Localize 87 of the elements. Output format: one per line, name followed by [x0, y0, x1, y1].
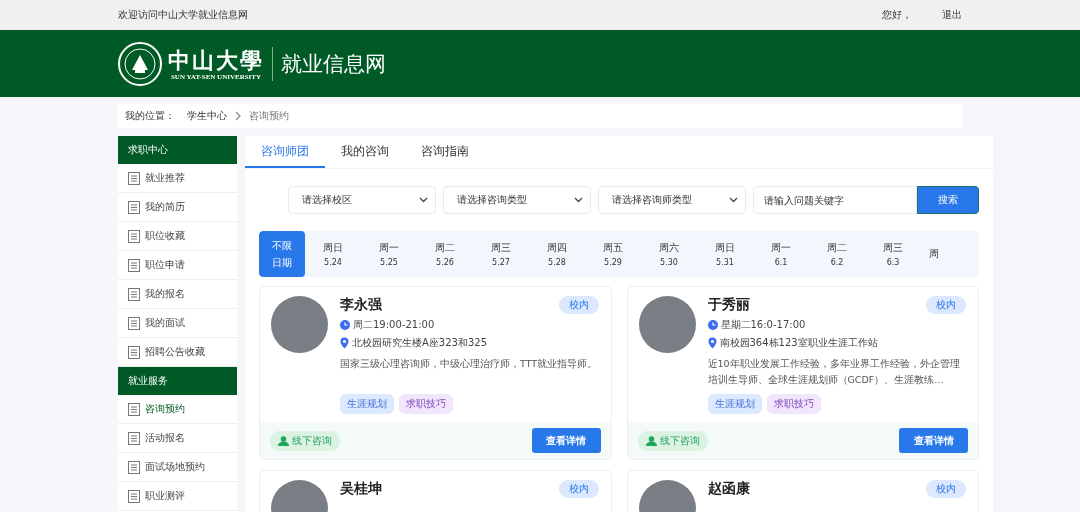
campus-badge: 校内 [558, 296, 599, 314]
date-tab[interactable]: 周日 5.24 [305, 231, 361, 277]
dropdown-field[interactable]: 请选择咨询类型 [443, 186, 591, 214]
sidebar-item[interactable]: 我的面试 [118, 309, 237, 338]
date-tab[interactable]: 周一 5.25 [361, 231, 417, 277]
clock-icon [340, 320, 350, 330]
document-icon [128, 460, 140, 474]
date-tab[interactable]: 周三 5.27 [473, 231, 529, 277]
date-tab[interactable]: 不限 日期 [259, 231, 305, 277]
chevron-down-icon [419, 197, 428, 203]
topic-tag: 求职技巧 [766, 394, 821, 414]
greeting-text: 您好， [882, 8, 912, 22]
schedule-text: 星期二16:0-17:00 [720, 318, 806, 332]
sidebar-item[interactable]: 面试场地预约 [118, 453, 237, 482]
location-text: 北校园研究生楼A座323和325 [352, 336, 487, 350]
location-text: 南校园364栋123室职业生涯工作站 [719, 336, 878, 350]
document-icon [128, 431, 140, 445]
campus-badge: 校内 [926, 296, 966, 314]
sidebar-section-title: 求职中心 [118, 136, 237, 164]
sidebar-item[interactable]: 我的简历 [118, 193, 237, 222]
search-field[interactable]: 请输入问题关键字 [753, 186, 917, 214]
person-icon [278, 435, 289, 446]
date-tab[interactable]: 周二 5.26 [417, 231, 473, 277]
breadcrumb-item[interactable]: 学生中心 [187, 109, 227, 123]
date-tab[interactable]: 周二 6.2 [809, 231, 865, 277]
topic-tag: 生涯规划 [707, 394, 762, 414]
search-button[interactable]: 搜索 [917, 186, 979, 214]
view-details-button[interactable]: 查看详情 [531, 428, 601, 453]
tab[interactable]: 我的咨询 [325, 136, 405, 168]
date-tab[interactable]: 周五 5.29 [585, 231, 641, 277]
document-icon [128, 200, 140, 214]
document-icon [128, 229, 140, 243]
location-pin-icon [340, 337, 349, 349]
topic-tag: 求职技巧 [399, 394, 453, 414]
breadcrumb-item: 咨询预约 [249, 109, 289, 123]
chevron-down-icon [574, 197, 583, 203]
clock-icon [707, 320, 718, 330]
topic-tag: 生涯规划 [340, 394, 394, 414]
sidebar-section-title: 就业服务 [118, 367, 237, 395]
university-emblem-icon [118, 41, 162, 86]
counselor-name: 赵函康 [707, 480, 750, 498]
document-icon [128, 345, 140, 359]
schedule-text: 周二19:00-21:00 [353, 318, 435, 332]
counselor-name: 于秀丽 [707, 296, 750, 314]
person-icon [645, 435, 657, 446]
avatar-placeholder [638, 296, 696, 353]
university-name: 中山大學 [168, 46, 264, 73]
date-tab[interactable]: 周六 5.30 [641, 231, 697, 277]
sidebar-item[interactable]: 就业推荐 [118, 164, 237, 193]
welcome-text: 欢迎访问中山大学就业信息网 [118, 8, 248, 22]
site-title: 就业信息网 [281, 50, 386, 78]
consult-mode-tag: 线下咨询 [270, 430, 340, 451]
counselor-name: 吴桂坤 [340, 480, 382, 498]
counselor-name: 李永强 [340, 296, 382, 314]
logout-link[interactable]: 退出 [942, 8, 962, 22]
date-tab[interactable]: 周四 5.28 [529, 231, 585, 277]
document-icon [128, 316, 140, 330]
date-tab[interactable]: 周 [921, 231, 939, 277]
consult-mode-tag: 线下咨询 [637, 430, 708, 451]
sidebar-item[interactable]: 我的报名 [118, 280, 237, 309]
sidebar-item[interactable]: 职业测评 [118, 482, 237, 511]
counselor-bio: 近10年职业发展工作经验，多年业界工作经验，外企管理培训生导师、全球生涯规划师（GCDF）、生涯教练… [707, 357, 961, 387]
chevron-down-icon [729, 197, 738, 203]
view-details-button[interactable]: 查看详情 [899, 428, 968, 453]
counselor-bio: 国家三级心理咨询师，中级心理治疗师，TTT就业指导师。 [340, 357, 599, 371]
document-icon [128, 287, 140, 301]
date-tab[interactable]: 周日 5.31 [697, 231, 753, 277]
document-icon [128, 402, 140, 416]
campus-badge: 校内 [558, 480, 599, 498]
sidebar-item[interactable]: 活动报名 [118, 424, 237, 453]
document-icon [128, 171, 140, 185]
sidebar-item[interactable]: 职位申请 [118, 251, 237, 280]
breadcrumb-label: 我的位置： [125, 109, 175, 123]
avatar-placeholder [271, 296, 328, 353]
campus-badge: 校内 [926, 480, 966, 498]
dropdown-field[interactable]: 请选择校区 [288, 186, 436, 214]
dropdown-field[interactable]: 请选择咨询师类型 [598, 186, 746, 214]
sidebar-item[interactable]: 职位收藏 [118, 222, 237, 251]
tab[interactable]: 咨询指南 [405, 136, 485, 168]
tab[interactable]: 咨询师团 [245, 136, 325, 168]
date-tab[interactable]: 周三 6.3 [865, 231, 921, 277]
document-icon [128, 258, 140, 272]
date-tab[interactable]: 周一 6.1 [753, 231, 809, 277]
sidebar-item[interactable]: 咨询预约 [118, 395, 237, 424]
location-pin-icon [707, 337, 717, 349]
chevron-right-icon [234, 111, 242, 121]
document-icon [128, 489, 140, 503]
